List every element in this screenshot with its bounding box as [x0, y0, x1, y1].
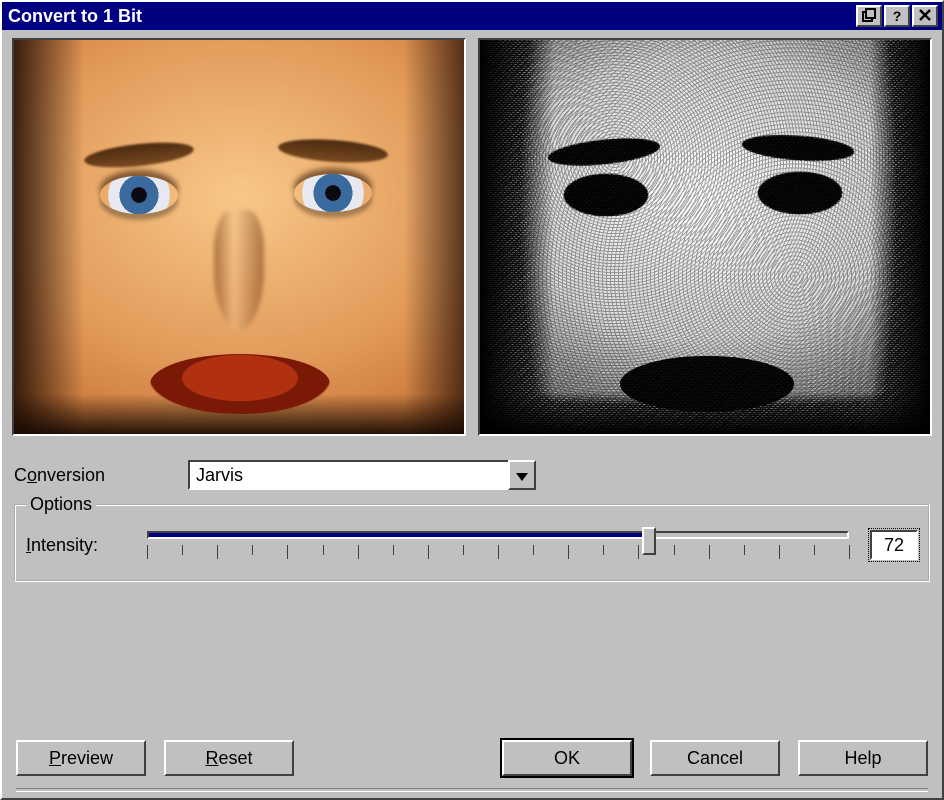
restore-icon: [862, 8, 876, 24]
close-button[interactable]: [912, 5, 938, 27]
question-icon: ?: [893, 9, 902, 23]
options-group: Options Intensity: 72: [14, 504, 930, 582]
result-preview[interactable]: [478, 38, 932, 436]
conversion-value[interactable]: Jarvis: [188, 460, 510, 490]
separator: [16, 788, 928, 792]
conversion-label: Conversion: [14, 465, 188, 486]
chevron-down-icon: [516, 465, 528, 486]
original-preview[interactable]: [12, 38, 466, 436]
intensity-row: Intensity: 72: [26, 524, 918, 566]
help-button[interactable]: ?: [884, 5, 910, 27]
titlebar: Convert to 1 Bit ?: [2, 2, 942, 30]
cancel-button[interactable]: Cancel: [650, 740, 780, 776]
ok-button[interactable]: OK: [502, 740, 632, 776]
reset-button[interactable]: Reset: [164, 740, 294, 776]
slider-thumb[interactable]: [642, 527, 656, 555]
conversion-row: Conversion Jarvis: [14, 460, 930, 490]
conversion-combo[interactable]: Jarvis: [188, 460, 536, 490]
conversion-dropdown-button[interactable]: [508, 460, 536, 490]
button-row: Preview Reset OK Cancel Help: [12, 736, 932, 782]
options-legend: Options: [26, 494, 96, 515]
window-title: Convert to 1 Bit: [8, 6, 854, 27]
intensity-value[interactable]: 72: [870, 530, 918, 560]
dialog-window: Convert to 1 Bit ?: [0, 0, 944, 800]
preview-row: [12, 38, 932, 436]
slider-fill: [149, 533, 651, 537]
intensity-slider[interactable]: [140, 524, 856, 566]
preview-button[interactable]: Preview: [16, 740, 146, 776]
restore-button[interactable]: [856, 5, 882, 27]
intensity-label: Intensity:: [26, 535, 126, 556]
help-action-button[interactable]: Help: [798, 740, 928, 776]
client-area: Conversion Jarvis Options Intensity:: [2, 30, 942, 798]
close-icon: [918, 8, 932, 24]
